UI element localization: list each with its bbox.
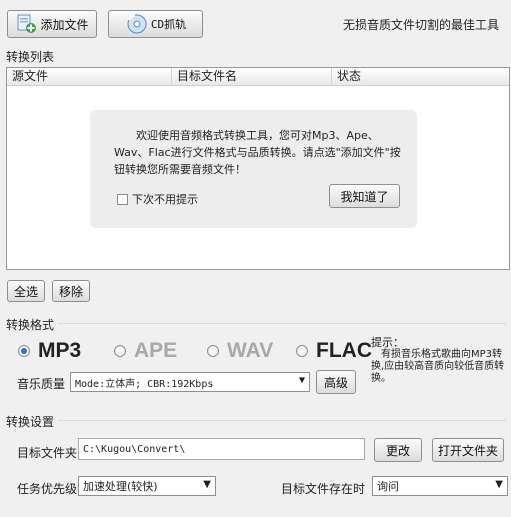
- format-section-divider: [58, 323, 506, 324]
- list-header: 源文件 目标文件名 状态: [7, 68, 509, 86]
- chevron-down-icon: ▼: [203, 479, 211, 490]
- format-option-mp3[interactable]: MP3: [18, 339, 81, 363]
- cd-icon: [125, 14, 149, 34]
- format-section-label: 转换格式: [6, 318, 55, 332]
- column-status[interactable]: 状态: [332, 68, 509, 86]
- slogan-text: 无损音质文件切割的最佳工具: [342, 18, 499, 32]
- remove-button[interactable]: 移除: [52, 280, 90, 302]
- format-option-ape[interactable]: APE: [114, 339, 177, 363]
- format-option-flac[interactable]: FLAC: [296, 339, 372, 363]
- target-folder-label: 目标文件夹: [17, 446, 78, 460]
- change-folder-button[interactable]: 更改: [374, 438, 422, 462]
- no-prompt-row[interactable]: 下次不用提示: [117, 191, 198, 207]
- settings-section-divider: [58, 420, 506, 421]
- ape-label: APE: [134, 339, 178, 362]
- mp3-label: MP3: [38, 339, 82, 362]
- column-target-name[interactable]: 目标文件名: [172, 68, 332, 86]
- hint-text: 有损音乐格式歌曲向MP3转换,应由较高音质向较低音质转换。: [371, 349, 505, 384]
- quality-select[interactable]: Mode:立体声; CBR:192Kbps ▼: [70, 372, 310, 392]
- flac-radio-icon[interactable]: [296, 345, 308, 357]
- column-source-file[interactable]: 源文件: [7, 68, 172, 86]
- target-folder-value: C:\Kugou\Convert\: [83, 443, 186, 455]
- advanced-button[interactable]: 高级: [316, 370, 356, 394]
- select-all-button[interactable]: 全选: [7, 280, 45, 302]
- target-folder-input[interactable]: C:\Kugou\Convert\: [78, 438, 365, 460]
- hint-title: 提示：: [371, 336, 404, 349]
- format-option-wav[interactable]: WAV: [207, 339, 273, 363]
- no-prompt-label: 下次不用提示: [132, 193, 198, 206]
- open-folder-button[interactable]: 打开文件夹: [432, 438, 504, 462]
- quality-select-value: Mode:立体声; CBR:192Kbps: [75, 378, 214, 390]
- got-it-button[interactable]: 我知道了: [329, 184, 400, 208]
- add-file-icon: [15, 14, 37, 34]
- welcome-popup: 欢迎使用音频格式转换工具，您可对Mp3、Ape、Wav、Flac进行文件格式与品…: [90, 110, 417, 228]
- welcome-message: 欢迎使用音频格式转换工具，您可对Mp3、Ape、Wav、Flac进行文件格式与品…: [114, 129, 401, 176]
- wav-radio-icon[interactable]: [207, 345, 219, 357]
- exists-select[interactable]: 询问 ▼: [372, 476, 508, 496]
- quality-label: 音乐质量: [17, 377, 66, 391]
- add-file-label: 添加文件: [40, 17, 89, 32]
- exists-select-value: 询问: [377, 480, 399, 493]
- exists-label: 目标文件存在时: [281, 482, 366, 496]
- priority-label: 任务优先级: [17, 482, 78, 496]
- wav-label: WAV: [227, 339, 274, 362]
- priority-select[interactable]: 加速处理(较快) ▼: [78, 476, 216, 496]
- no-prompt-checkbox[interactable]: [117, 193, 128, 205]
- cd-rip-label: CD抓轨: [150, 18, 187, 31]
- convert-list-section-label: 转换列表: [6, 50, 55, 64]
- settings-section-label: 转换设置: [6, 415, 55, 429]
- add-file-button[interactable]: 添加文件: [7, 10, 97, 38]
- cd-rip-button[interactable]: CD抓轨: [108, 10, 203, 38]
- mp3-radio-icon[interactable]: [18, 345, 30, 357]
- flac-label: FLAC: [316, 339, 372, 362]
- priority-select-value: 加速处理(较快): [83, 480, 158, 493]
- chevron-down-icon: ▼: [495, 479, 503, 490]
- ape-radio-icon[interactable]: [114, 345, 126, 357]
- chevron-down-icon: ▼: [298, 375, 305, 386]
